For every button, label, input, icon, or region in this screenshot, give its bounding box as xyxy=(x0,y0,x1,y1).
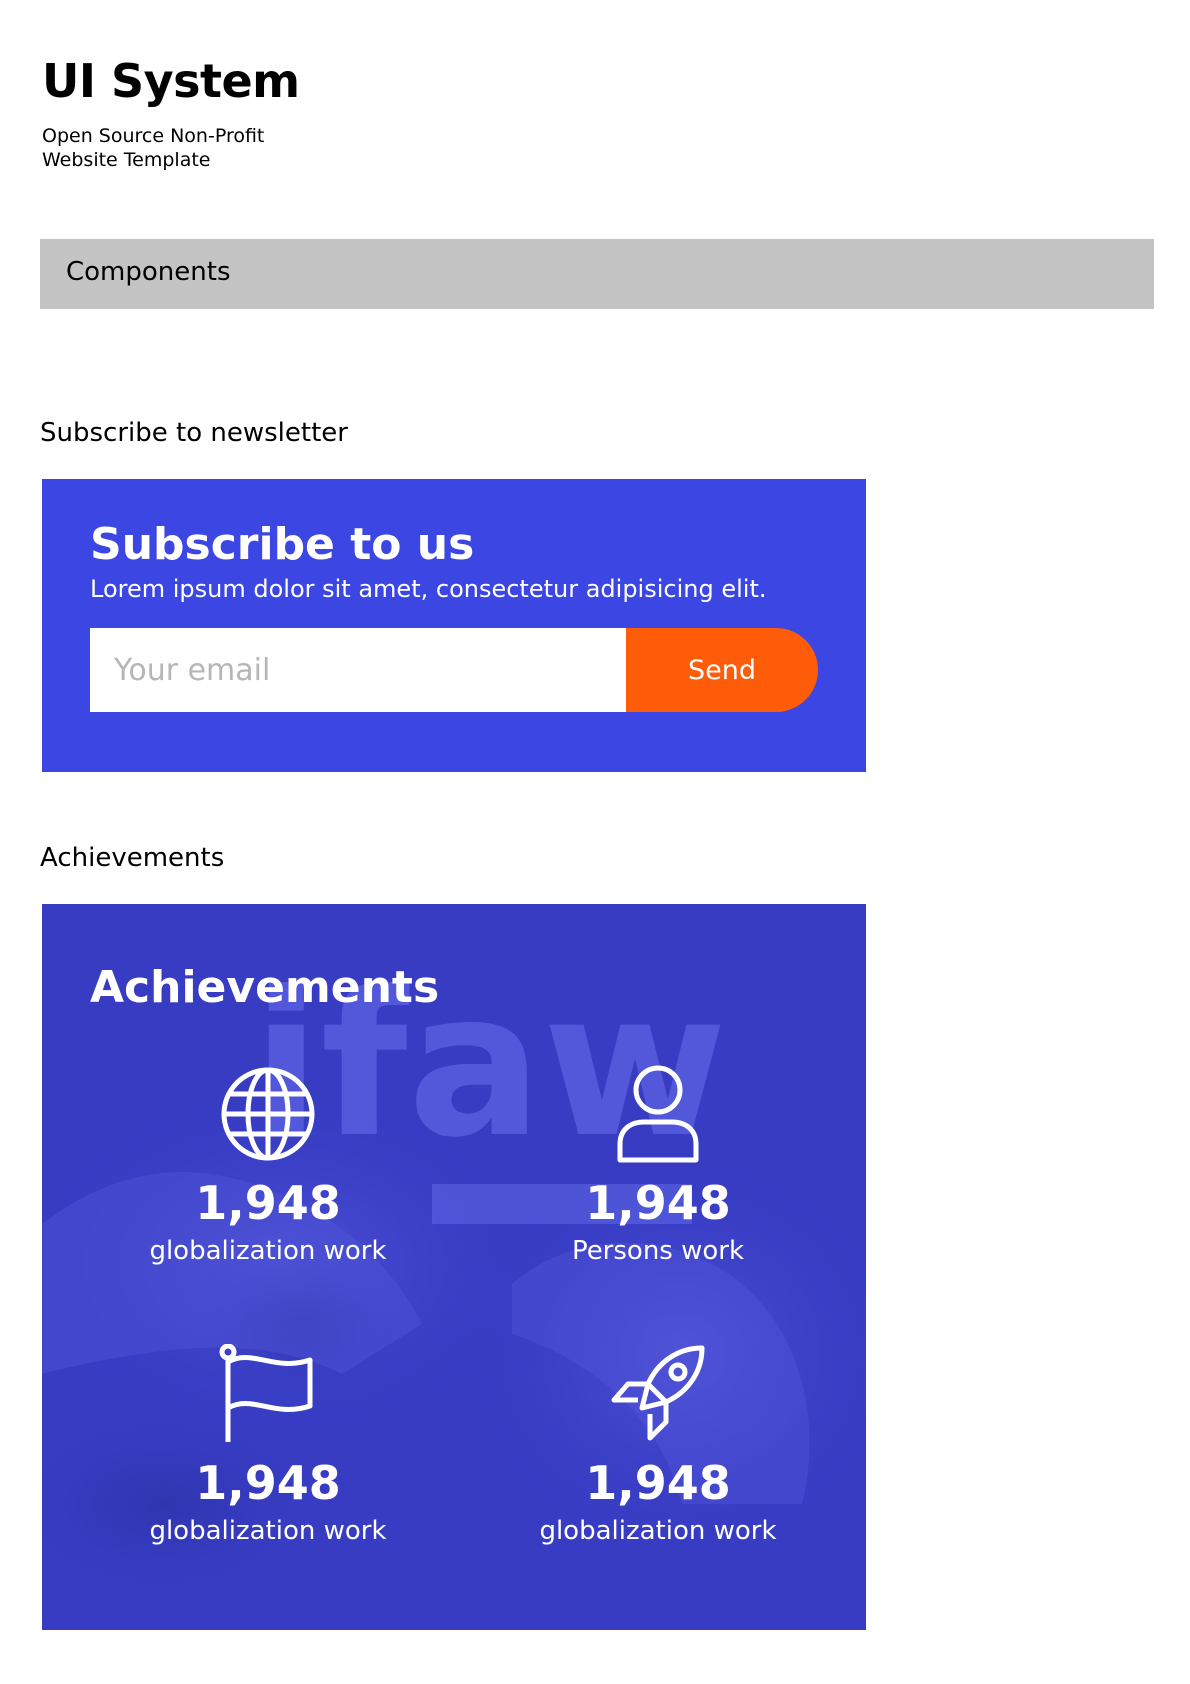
stat-caption: Persons work xyxy=(571,1236,745,1266)
newsletter-section-label: Subscribe to newsletter xyxy=(40,418,348,448)
subscribe-card: Subscribe to us Lorem ipsum dolor sit am… xyxy=(42,479,866,772)
send-button[interactable]: Send xyxy=(626,628,818,712)
rocket-icon xyxy=(611,1345,705,1441)
section-bar-label: Components xyxy=(66,257,231,287)
subscribe-title: Subscribe to us xyxy=(90,519,475,570)
stat-value: 1,948 xyxy=(585,1176,731,1230)
email-input[interactable] xyxy=(90,628,626,712)
page-title: UI System xyxy=(42,54,300,108)
stat-value: 1,948 xyxy=(195,1176,341,1230)
achievements-card: ifaw Achievements 1,948 globalization wo… xyxy=(42,904,866,1630)
achievements-title: Achievements xyxy=(90,962,440,1013)
achievements-section-label: Achievements xyxy=(40,843,225,873)
globe-icon xyxy=(221,1067,315,1161)
components-section-bar: Components xyxy=(40,239,1154,309)
user-icon xyxy=(617,1065,699,1163)
stat-value: 1,948 xyxy=(585,1456,731,1510)
stat-caption: globalization work xyxy=(149,1236,387,1266)
flag-icon xyxy=(219,1344,313,1442)
stat-caption: globalization work xyxy=(539,1516,777,1546)
stat-caption: globalization work xyxy=(149,1516,387,1546)
page-subtitle: Open Source Non-Profit Website Template xyxy=(42,125,265,171)
subscribe-description: Lorem ipsum dolor sit amet, consectetur … xyxy=(90,575,767,603)
stat-value: 1,948 xyxy=(195,1456,341,1510)
